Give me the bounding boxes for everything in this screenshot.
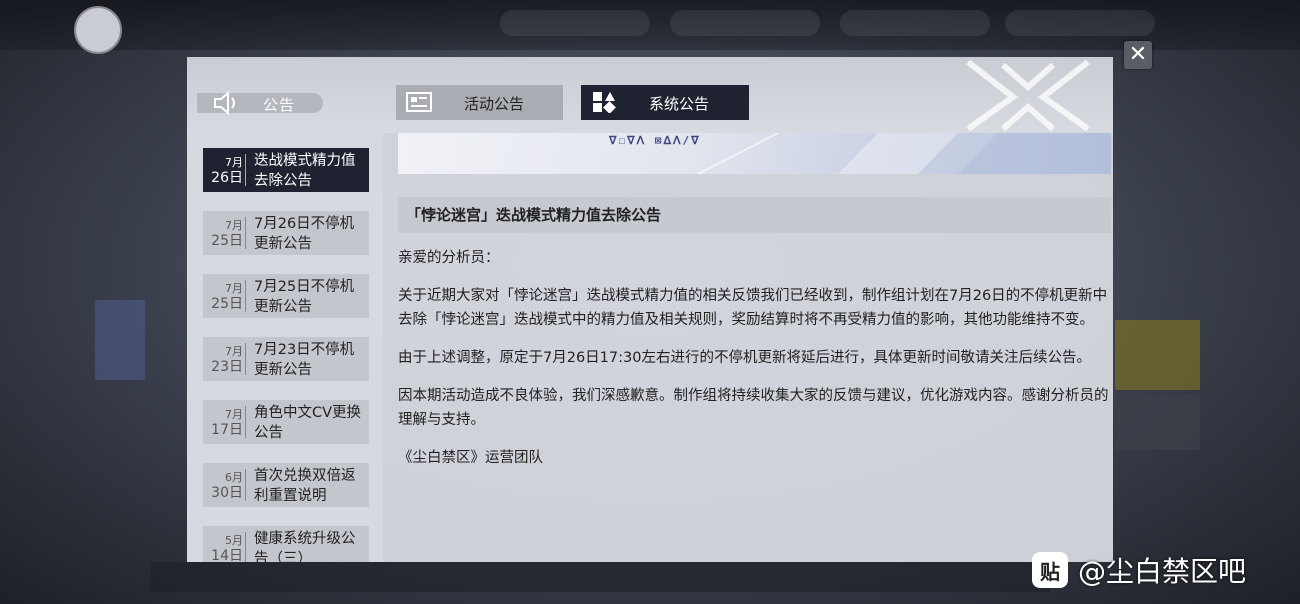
item-day: 17日: [211, 422, 243, 438]
banner-logo: ᐁ☐ᐁᐱ ⊠ᐃᐱ/ᐁ: [609, 134, 701, 147]
grid-shapes-icon: [593, 92, 616, 113]
speaker-icon: [214, 90, 235, 116]
section-label-text: 公告: [263, 96, 296, 114]
tab-system-announcements[interactable]: 系统公告: [581, 85, 749, 120]
avatar: [74, 6, 122, 54]
item-day: 25日: [211, 296, 243, 312]
article-paragraph: 由于上述调整，原定于7月26日17:30左右进行的不停机更新将延后进行，具体更新…: [398, 350, 1091, 366]
background-decoration: [1115, 320, 1200, 390]
article-body: 亲爱的分析员： 关于近期大家对「悖论迷宫」迭战模式精力值的相关反馈我们已经收到，…: [398, 246, 1110, 484]
article-signature: 《尘白禁区》运营团队: [398, 450, 543, 466]
list-item[interactable]: 7月 25日 7月26日不停机更新公告: [203, 211, 369, 255]
close-button[interactable]: ✕: [1124, 41, 1152, 69]
tab-label: 活动公告: [464, 95, 525, 113]
announcement-panel: 公告 活动公告 系统公告 7月 26日 迭战模式精力值去除公告 7月 25日 7…: [187, 57, 1113, 562]
list-item[interactable]: 7月 23日 7月23日不停机更新公告: [203, 337, 369, 381]
item-title: 首次兑换双倍返利重置说明: [254, 468, 356, 504]
list-item[interactable]: 5月 14日 健康系统升级公告（三）: [203, 526, 369, 562]
announcement-section-label: 公告: [197, 90, 323, 116]
tab-label: 系统公告: [649, 95, 710, 113]
divider: [245, 469, 246, 501]
article-title: 「悖论迷宫」迭战模式精力值去除公告: [398, 197, 1111, 233]
item-title: 角色中文CV更换公告: [254, 405, 362, 441]
list-item[interactable]: 7月 25日 7月25日不停机更新公告: [203, 274, 369, 318]
item-title: 7月23日不停机更新公告: [254, 342, 355, 378]
announcement-content[interactable]: ᐁ☐ᐁᐱ ⊠ᐃᐱ/ᐁ 「悖论迷宫」迭战模式精力值去除公告 亲爱的分析员： 关于近…: [383, 133, 1113, 562]
announcement-list: 7月 26日 迭战模式精力值去除公告 7月 25日 7月26日不停机更新公告 7…: [187, 133, 383, 562]
item-title: 7月26日不停机更新公告: [254, 216, 355, 252]
background-decoration: [95, 300, 145, 380]
divider: [245, 280, 246, 312]
close-icon: ✕: [1128, 42, 1148, 67]
item-day: 30日: [211, 485, 243, 501]
article-paragraph: 关于近期大家对「悖论迷宫」迭战模式精力值的相关反馈我们已经收到，制作组计划在7月…: [398, 288, 1108, 328]
newspaper-icon: [406, 92, 432, 112]
background-bottom-bar: [150, 562, 1050, 592]
item-title: 健康系统升级公告（三）: [254, 531, 356, 562]
divider: [245, 343, 246, 375]
tieba-icon: 贴: [1032, 552, 1068, 588]
divider: [245, 154, 246, 186]
item-title: 迭战模式精力值去除公告: [254, 153, 356, 189]
game-logo-icon: [966, 59, 1090, 132]
divider: [245, 217, 246, 249]
watermark: 贴 @尘白禁区吧: [1032, 550, 1246, 590]
article-banner: ᐁ☐ᐁᐱ ⊠ᐃᐱ/ᐁ: [398, 133, 1111, 174]
item-day: 25日: [211, 233, 243, 249]
resource-slot: [500, 10, 650, 36]
resource-slot: [1005, 10, 1155, 36]
divider: [245, 532, 246, 562]
item-day: 26日: [211, 170, 243, 186]
watermark-text: @尘白禁区吧: [1078, 555, 1247, 588]
resource-slot: [840, 10, 990, 36]
list-item[interactable]: 7月 26日 迭战模式精力值去除公告: [203, 148, 369, 192]
divider: [245, 406, 246, 438]
item-day: 14日: [211, 548, 243, 562]
list-item[interactable]: 6月 30日 首次兑换双倍返利重置说明: [203, 463, 369, 507]
background-decoration: [1115, 395, 1200, 450]
banner-art: [697, 133, 1111, 174]
item-title: 7月25日不停机更新公告: [254, 279, 355, 315]
list-item[interactable]: 7月 17日 角色中文CV更换公告: [203, 400, 369, 444]
article-paragraph: 因本期活动造成不良体验，我们深感歉意。制作组将持续收集大家的反馈与建议，优化游戏…: [398, 388, 1109, 428]
resource-slot: [670, 10, 820, 36]
panel-header: 公告 活动公告 系统公告: [187, 57, 1113, 133]
article-greeting: 亲爱的分析员：: [398, 250, 500, 266]
item-day: 23日: [211, 359, 243, 375]
tab-activity-announcements[interactable]: 活动公告: [396, 85, 563, 120]
